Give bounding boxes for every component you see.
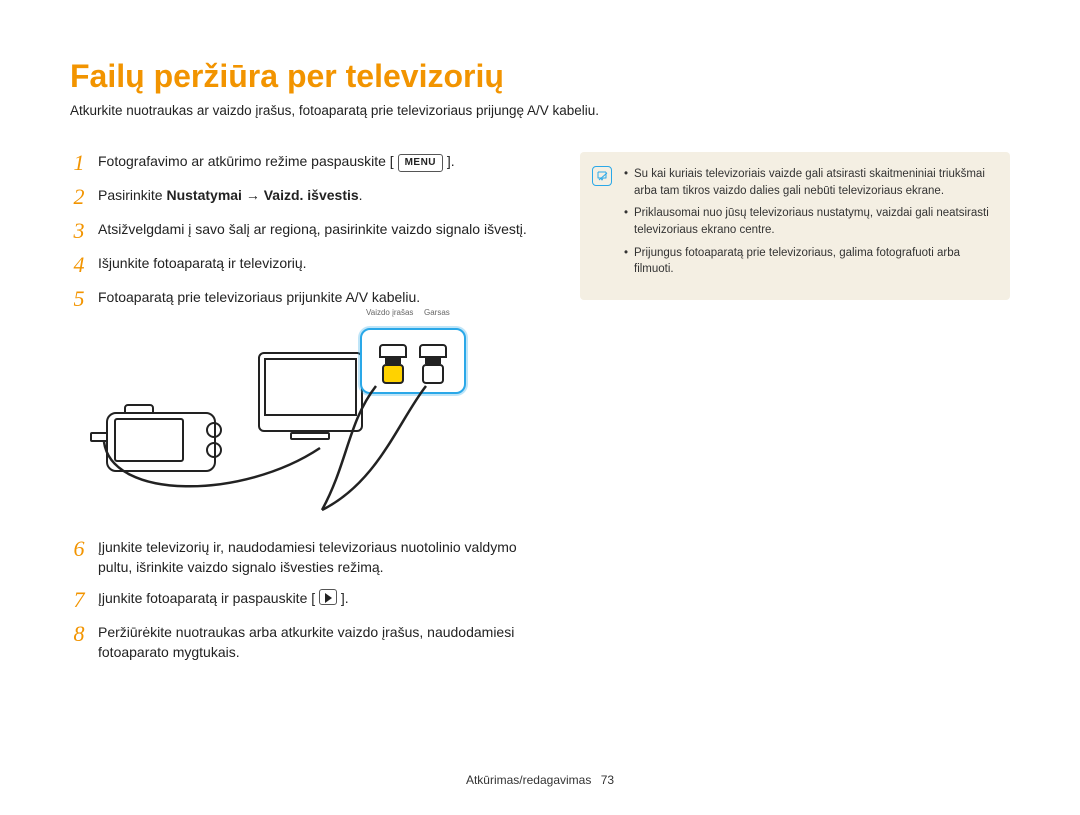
note-item: Su kai kuriais televizoriais vaizde gali… (624, 166, 994, 199)
page-title: Failų peržiūra per televizorių (70, 58, 1010, 95)
connection-diagram: Vaizdo įrašas Garsas (98, 322, 478, 522)
page-number: 73 (601, 773, 614, 787)
step-3-text: Atsižvelgdami į savo šalį ar regioną, pa… (98, 220, 548, 240)
step-number: 7 (70, 589, 88, 611)
footer-section: Atkūrimas/redagavimas (466, 773, 591, 787)
note-icon (592, 166, 612, 186)
step-number: 5 (70, 288, 88, 310)
step-number: 3 (70, 220, 88, 242)
audio-port-icon (416, 344, 450, 386)
video-port-icon (376, 344, 410, 386)
step-4-text: Išjunkite fotoaparatą ir televizorių. (98, 254, 548, 274)
cable-icon (102, 440, 322, 510)
step-1-text: Fotografavimo ar atkūrimo režime paspaus… (98, 152, 548, 172)
playback-button-icon (319, 589, 337, 605)
page-subtitle: Atkurkite nuotraukas ar vaizdo įrašus, f… (70, 103, 1010, 118)
step-2-text: Pasirinkite Nustatymai → Vaizd. išvestis… (98, 186, 548, 206)
video-port-label: Vaizdo įrašas (366, 308, 413, 317)
step-number: 1 (70, 152, 88, 174)
step-number: 4 (70, 254, 88, 276)
step-number: 8 (70, 623, 88, 645)
note-item: Priklausomai nuo jūsų televizoriaus nust… (624, 205, 994, 238)
step-number: 2 (70, 186, 88, 208)
step-7-text: Įjunkite fotoaparatą ir paspauskite [ ]. (98, 589, 548, 609)
step-6-text: Įjunkite televizorių ir, naudodamiesi te… (98, 538, 548, 577)
cable-split-icon (318, 382, 478, 512)
menu-button-icon: MENU (398, 154, 443, 172)
steps-column: 1 Fotografavimo ar atkūrimo režime paspa… (70, 152, 548, 674)
step-5-text: Fotoaparatą prie televizoriaus prijunkit… (98, 288, 548, 308)
note-item: Prijungus fotoaparatą prie televizoriaus… (624, 245, 994, 278)
note-box: Su kai kuriais televizoriais vaizde gali… (580, 152, 1010, 300)
page-footer: Atkūrimas/redagavimas 73 (0, 773, 1080, 787)
audio-port-label: Garsas (424, 308, 450, 317)
step-8-text: Peržiūrėkite nuotraukas arba atkurkite v… (98, 623, 548, 662)
step-number: 6 (70, 538, 88, 560)
